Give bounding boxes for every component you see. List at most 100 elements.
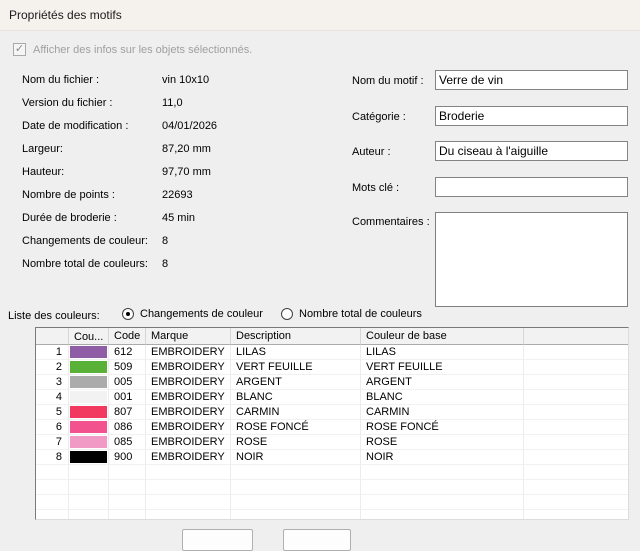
table-row[interactable]: 8900EMBROIDERYNOIRNOIR <box>36 450 628 465</box>
table-empty-row[interactable] <box>36 465 628 480</box>
file-info-row: Version du fichier :11,0 <box>22 97 217 110</box>
filler-cell <box>524 360 628 375</box>
description-cell: BLANC <box>231 390 361 405</box>
filler-cell <box>524 405 628 420</box>
radio-selected-icon[interactable] <box>122 308 134 320</box>
header-description[interactable]: Description <box>231 328 361 345</box>
row-number: 8 <box>36 450 69 465</box>
empty-cell <box>109 465 146 480</box>
empty-cell <box>109 480 146 495</box>
color-swatch <box>70 391 107 403</box>
color-swatch <box>70 436 107 448</box>
brand-cell: EMBROIDERY <box>146 390 231 405</box>
table-row[interactable]: 5807EMBROIDERYCARMINCARMIN <box>36 405 628 420</box>
table-row[interactable]: 1612EMBROIDERYLILASLILAS <box>36 345 628 360</box>
file-info-row: Largeur:87,20 mm <box>22 143 217 156</box>
table-empty-row[interactable] <box>36 510 628 520</box>
info-value: 8 <box>162 258 168 271</box>
radio-unselected-icon[interactable] <box>281 308 293 320</box>
code-cell: 807 <box>109 405 146 420</box>
file-info: Nom du fichier :vin 10x10Version du fich… <box>22 74 217 281</box>
empty-cell <box>36 465 69 480</box>
header-brand[interactable]: Marque <box>146 328 231 345</box>
brand-cell: EMBROIDERY <box>146 435 231 450</box>
radio-color-changes[interactable]: Changements de couleur <box>122 308 263 320</box>
color-swatch <box>70 451 107 463</box>
empty-cell <box>361 510 524 520</box>
file-info-row: Date de modification :04/01/2026 <box>22 120 217 133</box>
color-swatch <box>70 376 107 388</box>
header-code[interactable]: Code <box>109 328 146 345</box>
filler-cell <box>524 435 628 450</box>
category-input[interactable] <box>435 106 628 126</box>
table-row[interactable]: 3005EMBROIDERYARGENTARGENT <box>36 375 628 390</box>
file-info-row: Nombre total de couleurs:8 <box>22 258 217 271</box>
bottom-button-1[interactable] <box>182 529 253 551</box>
file-info-row: Changements de couleur:8 <box>22 235 217 248</box>
info-label: Date de modification : <box>22 120 162 133</box>
filler-cell <box>524 345 628 360</box>
file-info-row: Nombre de points :22693 <box>22 189 217 202</box>
author-label: Auteur : <box>352 146 391 158</box>
base-color-cell: VERT FEUILLE <box>361 360 524 375</box>
header-color[interactable]: Cou... <box>69 328 109 345</box>
info-value: vin 10x10 <box>162 74 209 87</box>
brand-cell: EMBROIDERY <box>146 360 231 375</box>
filler-cell <box>524 375 628 390</box>
dialog-title-bar: Propriétés des motifs <box>0 0 640 31</box>
empty-cell <box>69 465 109 480</box>
checkbox-checked-icon[interactable]: ✓ <box>13 43 26 56</box>
empty-cell <box>524 480 628 495</box>
color-swatch-cell <box>69 390 109 405</box>
code-cell: 005 <box>109 375 146 390</box>
brand-cell: EMBROIDERY <box>146 420 231 435</box>
code-cell: 086 <box>109 420 146 435</box>
table-empty-row[interactable] <box>36 495 628 510</box>
info-label: Hauteur: <box>22 166 162 179</box>
comments-textarea[interactable] <box>435 212 628 307</box>
table-row[interactable]: 7085EMBROIDERYROSEROSE <box>36 435 628 450</box>
empty-cell <box>524 495 628 510</box>
author-input[interactable] <box>435 141 628 161</box>
checkbox-label: Afficher des infos sur les objets sélect… <box>33 44 252 56</box>
empty-cell <box>109 510 146 520</box>
color-swatch-cell <box>69 450 109 465</box>
color-table: Cou... Code Marque Description Couleur d… <box>35 327 629 520</box>
description-cell: CARMIN <box>231 405 361 420</box>
info-value: 8 <box>162 235 168 248</box>
base-color-cell: CARMIN <box>361 405 524 420</box>
empty-cell <box>231 510 361 520</box>
file-info-row: Hauteur:97,70 mm <box>22 166 217 179</box>
color-swatch-cell <box>69 345 109 360</box>
color-swatch <box>70 361 107 373</box>
info-label: Nombre total de couleurs: <box>22 258 162 271</box>
filler-cell <box>524 420 628 435</box>
radio-total-colors[interactable]: Nombre total de couleurs <box>281 308 422 320</box>
code-cell: 509 <box>109 360 146 375</box>
header-rownum[interactable] <box>36 328 69 345</box>
base-color-cell: ROSE <box>361 435 524 450</box>
code-cell: 001 <box>109 390 146 405</box>
bottom-button-2[interactable] <box>283 529 351 551</box>
table-row[interactable]: 2509EMBROIDERYVERT FEUILLEVERT FEUILLE <box>36 360 628 375</box>
color-table-header: Cou... Code Marque Description Couleur d… <box>36 328 628 345</box>
empty-cell <box>361 480 524 495</box>
design-name-input[interactable] <box>435 70 628 90</box>
table-row[interactable]: 6086EMBROIDERYROSE FONCÉROSE FONCÉ <box>36 420 628 435</box>
brand-cell: EMBROIDERY <box>146 345 231 360</box>
table-row[interactable]: 4001EMBROIDERYBLANCBLANC <box>36 390 628 405</box>
info-label: Largeur: <box>22 143 162 156</box>
info-label: Durée de broderie : <box>22 212 162 225</box>
description-cell: VERT FEUILLE <box>231 360 361 375</box>
empty-cell <box>36 510 69 520</box>
table-empty-row[interactable] <box>36 480 628 495</box>
empty-cell <box>146 465 231 480</box>
code-cell: 085 <box>109 435 146 450</box>
info-label: Changements de couleur: <box>22 235 162 248</box>
empty-cell <box>231 495 361 510</box>
empty-cell <box>36 495 69 510</box>
header-base-color[interactable]: Couleur de base <box>361 328 524 345</box>
description-cell: ROSE FONCÉ <box>231 420 361 435</box>
description-cell: ROSE <box>231 435 361 450</box>
keywords-input[interactable] <box>435 177 628 197</box>
